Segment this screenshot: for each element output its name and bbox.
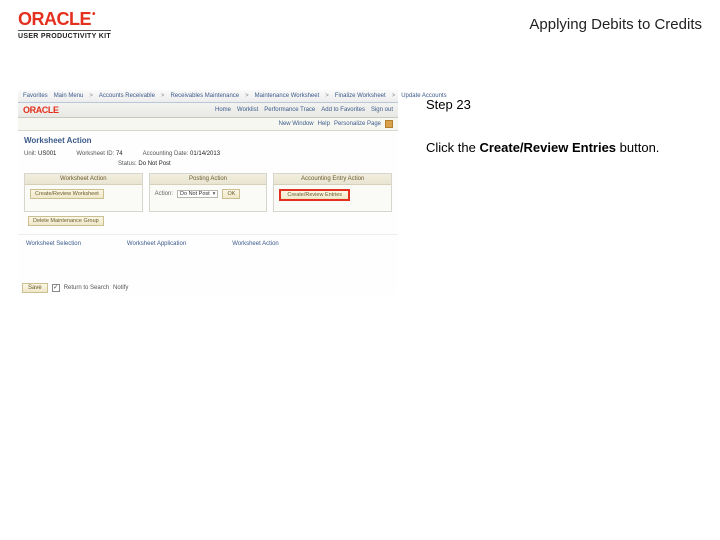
ok-button[interactable]: OK xyxy=(222,189,240,199)
link-sign-out[interactable]: Sign out xyxy=(371,107,393,113)
create-review-worksheet-button[interactable]: Create/Review Worksheet xyxy=(30,189,104,199)
instruction-panel: Step 23 Click the Create/Review Entries … xyxy=(426,96,686,158)
accounting-date-label: Accounting Date: xyxy=(143,151,189,157)
info-row-1: Unit: US001 Worksheet ID: 74 Accounting … xyxy=(18,149,398,159)
page-actions: Save ✓ Return to Search Notify xyxy=(18,281,398,295)
breadcrumb: Favorites Main Menu > Accounts Receivabl… xyxy=(18,90,398,103)
panel-head-accounting: Accounting Entry Action xyxy=(274,174,391,185)
delete-group-row: Delete Maintenance Group xyxy=(18,212,398,228)
instruction-bold: Create/Review Entries xyxy=(479,140,616,155)
link-new-window[interactable]: New Window xyxy=(279,121,314,127)
link-performance-trace[interactable]: Performance Trace xyxy=(264,107,315,113)
worksheet-id-label: Worksheet ID: xyxy=(76,151,114,157)
breadcrumb-item[interactable]: Favorites xyxy=(23,93,48,99)
action-panels: Worksheet Action Create/Review Worksheet… xyxy=(18,169,398,212)
instruction-suffix: button. xyxy=(616,140,659,155)
page-header: ORACLE• USER PRODUCTIVITY KIT Applying D… xyxy=(0,0,720,44)
link-worksheet-selection[interactable]: Worksheet Selection xyxy=(26,241,81,247)
chevron-right-icon: > xyxy=(161,93,165,99)
link-help[interactable]: Help xyxy=(318,121,330,127)
http-icon[interactable] xyxy=(385,120,393,128)
checkbox[interactable]: ✓ xyxy=(52,284,60,292)
breadcrumb-item[interactable]: Maintenance Worksheet xyxy=(255,93,320,99)
app-header-links: Home Worklist Performance Trace Add to F… xyxy=(215,107,393,113)
save-button[interactable]: Save xyxy=(22,283,48,293)
create-review-entries-button[interactable]: Create/Review Entries xyxy=(279,189,350,201)
link-personalize[interactable]: Personalize Page xyxy=(334,121,381,127)
app-oracle-logo: ORACLE xyxy=(23,105,59,115)
chevron-right-icon: > xyxy=(245,93,249,99)
app-sub-bar: New Window Help Personalize Page xyxy=(18,118,398,131)
action-label: Action: xyxy=(155,191,173,197)
delete-maintenance-group-button[interactable]: Delete Maintenance Group xyxy=(28,216,104,226)
panel-head-posting: Posting Action xyxy=(150,174,267,185)
return-to-search-link[interactable]: Return to Search xyxy=(64,285,109,291)
oracle-logo-text: ORACLE xyxy=(18,10,91,28)
action-select[interactable]: Do Not Post▾ xyxy=(177,190,218,198)
breadcrumb-item[interactable]: Main Menu xyxy=(54,93,84,99)
chevron-right-icon: > xyxy=(325,93,329,99)
instruction-prefix: Click the xyxy=(426,140,479,155)
accounting-entry-panel: Accounting Entry Action Create/Review En… xyxy=(273,173,392,212)
link-worksheet-application[interactable]: Worksheet Application xyxy=(127,241,186,247)
notify-link[interactable]: Notify xyxy=(113,285,128,291)
chevron-down-icon: ▾ xyxy=(213,191,216,197)
instruction-text: Click the Create/Review Entries button. xyxy=(426,139,686,158)
unit-label: Unit: xyxy=(24,151,36,157)
status-value: Do Not Post xyxy=(138,161,170,167)
link-home[interactable]: Home xyxy=(215,107,231,113)
oracle-logo-dot-icon: • xyxy=(92,10,95,20)
app-header-bar: ORACLE Home Worklist Performance Trace A… xyxy=(18,103,398,118)
posting-action-panel: Posting Action Action: Do Not Post▾ OK xyxy=(149,173,268,212)
breadcrumb-item[interactable]: Receivables Maintenance xyxy=(170,93,239,99)
chevron-right-icon: > xyxy=(89,93,93,99)
main-area: Favorites Main Menu > Accounts Receivabl… xyxy=(0,90,720,295)
upk-label: USER PRODUCTIVITY KIT xyxy=(18,30,111,40)
link-worksheet-action[interactable]: Worksheet Action xyxy=(232,241,279,247)
footer-links: Worksheet Selection Worksheet Applicatio… xyxy=(18,234,398,259)
status-label: Status: xyxy=(118,161,137,167)
section-title: Worksheet Action xyxy=(18,131,398,149)
unit-value: US001 xyxy=(38,151,56,157)
link-add-favorites[interactable]: Add to Favorites xyxy=(321,107,365,113)
panel-head-worksheet: Worksheet Action xyxy=(25,174,142,185)
link-worklist[interactable]: Worklist xyxy=(237,107,258,113)
page-title: Applying Debits to Credits xyxy=(529,16,702,33)
worksheet-action-panel: Worksheet Action Create/Review Worksheet xyxy=(24,173,143,212)
worksheet-id-value: 74 xyxy=(116,151,123,157)
embedded-app-screenshot: Favorites Main Menu > Accounts Receivabl… xyxy=(18,90,398,295)
breadcrumb-item[interactable]: Accounts Receivable xyxy=(99,93,155,99)
oracle-logo: ORACLE• xyxy=(18,10,111,28)
step-label: Step 23 xyxy=(426,96,686,115)
oracle-logo-block: ORACLE• USER PRODUCTIVITY KIT xyxy=(18,10,111,40)
accounting-date-value: 01/14/2013 xyxy=(190,151,220,157)
chevron-right-icon: > xyxy=(392,93,396,99)
info-row-2: Status: Do Not Post xyxy=(18,159,398,169)
breadcrumb-item[interactable]: Finalize Worksheet xyxy=(335,93,386,99)
